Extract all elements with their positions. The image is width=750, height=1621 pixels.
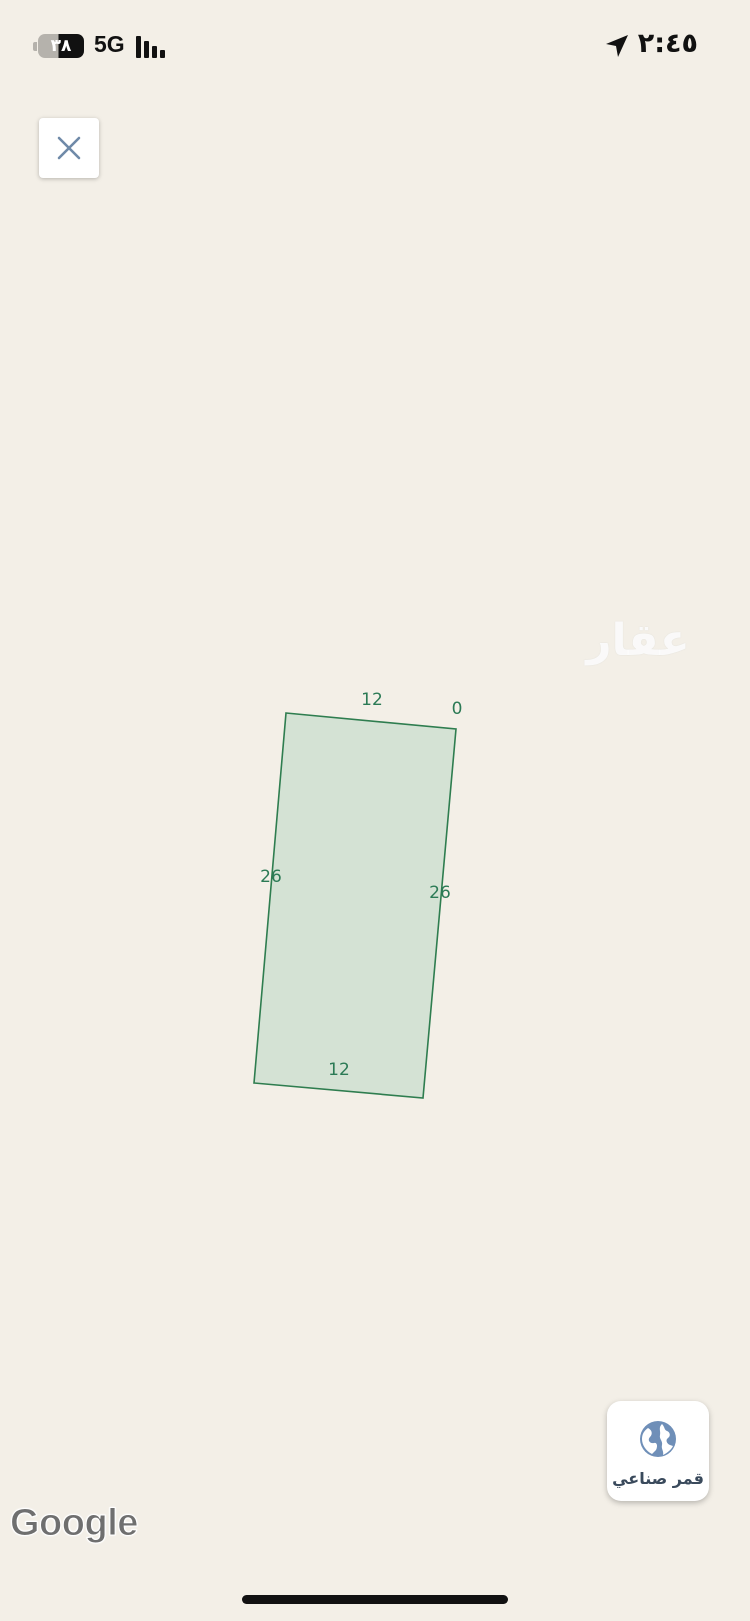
land-parcel[interactable] xyxy=(253,712,457,1099)
globe-icon xyxy=(640,1421,676,1457)
home-indicator[interactable] xyxy=(242,1595,508,1604)
signal-bars-icon xyxy=(136,36,165,58)
status-bar: ٣٨ 5G ٢:٤٥ xyxy=(0,0,750,90)
satellite-label: قمر صناعي xyxy=(612,1469,704,1488)
close-button[interactable] xyxy=(39,118,99,178)
map-canvas[interactable]: 12 0 26 26 12 xyxy=(0,0,750,1621)
parcel-right-length: 26 xyxy=(429,883,451,903)
aqar-watermark: عقار xyxy=(578,618,698,664)
watermark-text: عقار xyxy=(586,615,690,666)
parcel-top-length: 12 xyxy=(361,690,383,710)
network-type: 5G xyxy=(94,31,125,57)
google-logo: Google xyxy=(10,1502,139,1545)
satellite-view-button[interactable]: قمر صناعي xyxy=(607,1401,709,1501)
battery-tip xyxy=(33,42,37,51)
parcel-left-length: 26 xyxy=(260,867,282,887)
close-icon xyxy=(57,136,81,160)
location-arrow-icon xyxy=(606,35,628,57)
map-screen: 12 0 26 26 12 عقار ٣٨ 5G ٢:٤٥ قمر صناعي … xyxy=(0,0,750,1621)
status-time: ٢:٤٥ xyxy=(637,28,698,59)
parcel-bottom-length: 12 xyxy=(328,1060,350,1080)
battery-indicator: ٣٨ xyxy=(38,34,84,58)
parcel-corner-label: 0 xyxy=(452,699,463,719)
